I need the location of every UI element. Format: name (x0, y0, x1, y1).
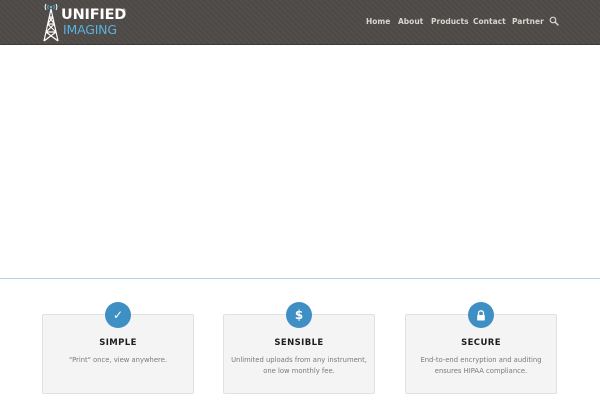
feature-description: Unlimited uploads from any instrument, o… (230, 355, 368, 377)
feature-description-line: ensures HIPAA compliance. (434, 367, 528, 375)
feature-title: SECURE (461, 338, 501, 348)
logo-wordmark-top: UNIFIED (61, 7, 127, 23)
feature-description-line: one low monthly fee. (263, 367, 335, 375)
trademark-symbol: ® (122, 8, 126, 13)
logo-wordmark-bottom: IMAGING (63, 21, 117, 37)
feature-description: End-to-end encryption and auditing ensur… (412, 355, 550, 377)
nav-item-about[interactable]: About (398, 17, 423, 27)
hero-banner (0, 45, 600, 279)
nav-item-contact[interactable]: Contact (473, 17, 506, 27)
nav-item-products[interactable]: Products (431, 17, 469, 27)
checkmark-glyph: ✓ (112, 308, 124, 322)
feature-description: "Print" once, view anywhere. (49, 355, 187, 366)
feature-title: SENSIBLE (274, 338, 324, 348)
nav-item-home[interactable]: Home (366, 17, 390, 27)
lock-icon-shape (477, 309, 485, 320)
checkmark-icon: ✓ (105, 302, 131, 328)
dollar-icon: $ (286, 302, 312, 328)
feature-description-line: "Print" once, view anywhere. (68, 356, 168, 364)
nav-item-partner[interactable]: Partner (512, 17, 544, 27)
search-icon[interactable] (549, 16, 559, 26)
radio-tower-icon (43, 4, 59, 42)
site-logo[interactable]: UNIFIED ® IMAGING (42, 4, 132, 42)
feature-description-line: End-to-end encryption and auditing (420, 356, 542, 364)
lock-icon (468, 302, 494, 328)
dollar-glyph: $ (294, 308, 304, 322)
feature-title: SIMPLE (99, 338, 137, 348)
feature-description-line: Unlimited uploads from any instrument, (231, 356, 367, 364)
site-header: UNIFIED ® IMAGING Home About Products Co… (0, 0, 600, 45)
